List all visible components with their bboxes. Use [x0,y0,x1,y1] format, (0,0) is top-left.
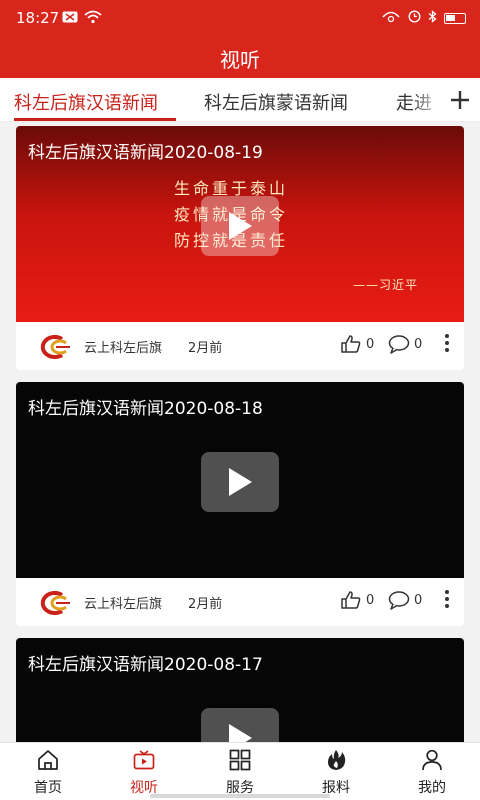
battery-icon [444,13,466,24]
like-count: 0 [366,337,375,352]
source-logo-icon [36,591,74,615]
app-header: 视听 [0,36,480,78]
comment-count: 0 [414,337,423,352]
more-options-icon[interactable] [444,590,450,610]
video-player[interactable]: 科左后旗汉语新闻2020-08-17 [16,638,464,742]
active-tab-underline [14,118,176,121]
nav-video[interactable]: 视听 [96,743,192,800]
comment-count: 0 [414,593,423,608]
nav-profile[interactable]: 我的 [384,743,480,800]
like-icon[interactable] [340,334,362,358]
tab-mengyu-news[interactable]: 科左后旗蒙语新闻 [204,89,348,115]
nav-label: 首页 [34,780,62,796]
source-name[interactable]: 云上科左后旗 [84,593,162,612]
status-bar: 18:27 [0,0,480,36]
tab-hanyu-news[interactable]: 科左后旗汉语新闻 [14,89,158,115]
home-icon [37,749,59,771]
nav-services[interactable]: 服务 [192,743,288,800]
plus-icon[interactable] [440,78,480,121]
video-card[interactable]: 科左后旗汉语新闻2020-08-19 生命重于泰山 疫情就是命令 防控就是责任 … [16,126,464,370]
page-title: 视听 [220,48,260,72]
comment-icon[interactable] [388,590,410,614]
video-player[interactable]: 科左后旗汉语新闻2020-08-19 生命重于泰山 疫情就是命令 防控就是责任 … [16,126,464,322]
flame-icon [325,749,347,771]
play-icon[interactable] [201,452,279,512]
bottom-nav: 首页 视听 服务 报料 我的 [0,742,480,800]
channel-tabs: 科左后旗汉语新闻 科左后旗蒙语新闻 走进 [0,78,480,122]
video-feed: 科左后旗汉语新闻2020-08-19 生命重于泰山 疫情就是命令 防控就是责任 … [0,122,480,742]
post-time: 2月前 [188,597,223,612]
tv-icon [133,749,155,771]
user-icon [421,749,443,771]
source-name[interactable]: 云上科左后旗 [84,337,162,356]
nav-label: 我的 [418,780,446,796]
like-count: 0 [366,593,375,608]
source-logo-icon [36,335,74,359]
message-icon [62,11,78,27]
status-time: 18:27 [16,9,60,27]
video-player[interactable]: 科左后旗汉语新闻2020-08-18 [16,382,464,578]
poster-signature: ——习近平 [352,278,418,292]
card-meta: 云上科左后旗 2月前 0 0 [16,578,464,626]
nav-report[interactable]: 报料 [288,743,384,800]
video-title: 科左后旗汉语新闻2020-08-19 [28,143,263,163]
video-card[interactable]: 科左后旗汉语新闻2020-08-17 [16,638,464,742]
nav-home[interactable]: 首页 [0,743,96,800]
comment-icon[interactable] [388,334,410,358]
more-options-icon[interactable] [444,334,450,354]
tab-fade [412,78,442,121]
card-meta: 云上科左后旗 2月前 0 0 [16,322,464,370]
video-card[interactable]: 科左后旗汉语新闻2020-08-18 云上科左后旗 2月前 0 0 [16,382,464,626]
home-indicator[interactable] [150,794,330,798]
video-title: 科左后旗汉语新闻2020-08-17 [28,655,263,675]
wifi-icon [84,10,102,28]
video-title: 科左后旗汉语新闻2020-08-18 [28,399,263,419]
play-icon[interactable] [201,196,279,256]
signal-icon [381,11,401,27]
play-icon[interactable] [201,708,279,742]
bluetooth-icon [428,10,437,27]
like-icon[interactable] [340,590,362,614]
alarm-icon [408,10,421,27]
post-time: 2月前 [188,341,223,356]
grid-icon [229,749,251,771]
